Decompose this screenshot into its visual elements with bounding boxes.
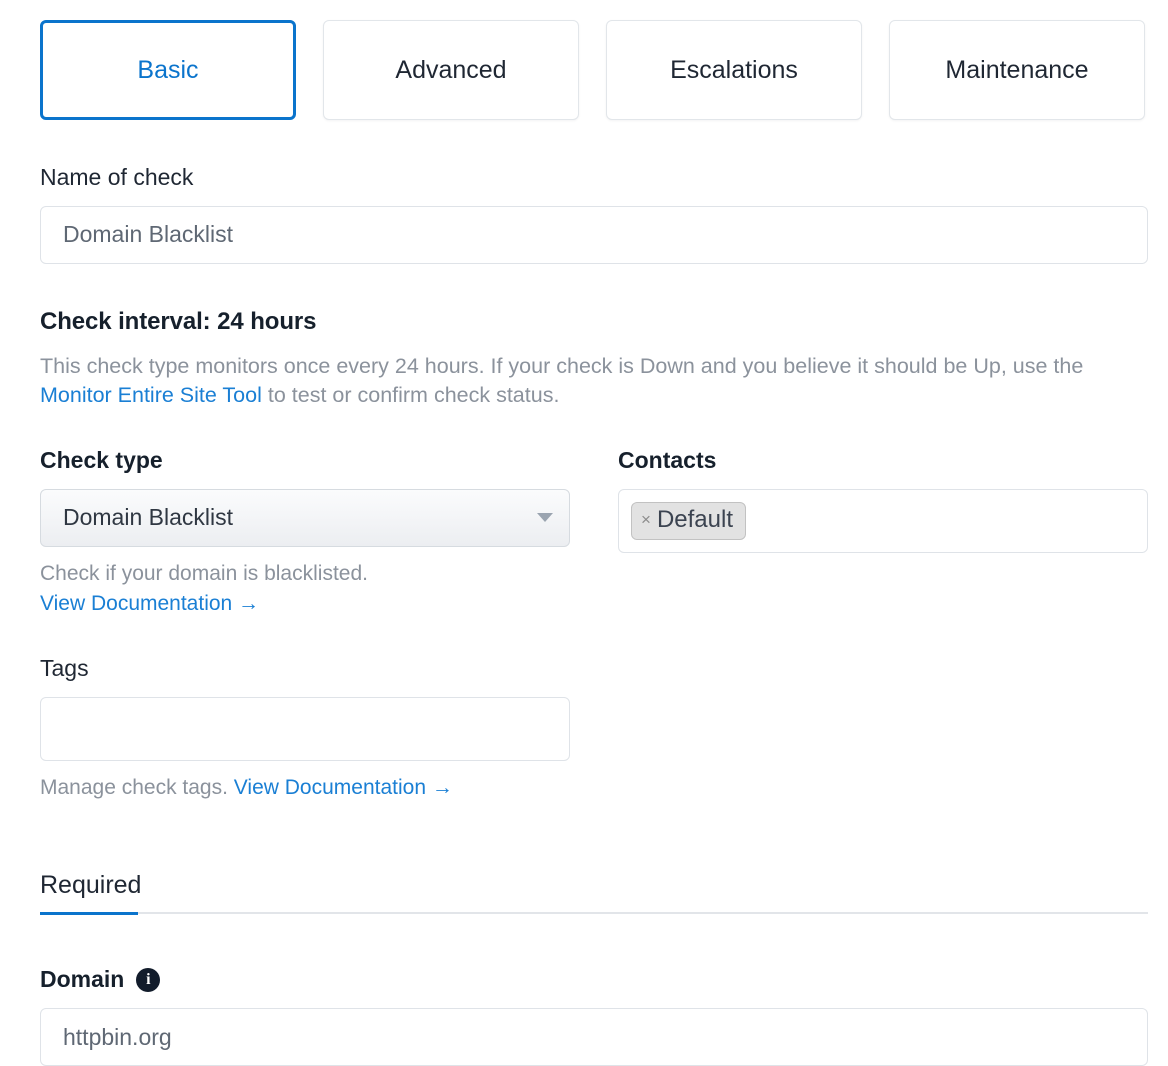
check-type-select[interactable]: Domain Blacklist	[40, 488, 570, 547]
check-type-help: Check if your domain is blacklisted. Vie…	[40, 559, 570, 620]
tags-help-prefix: Manage check tags.	[40, 775, 234, 799]
tab-basic[interactable]: Basic	[40, 20, 296, 120]
section-tab-required[interactable]: Required	[40, 871, 141, 912]
domain-placeholder: httpbin.org	[63, 1023, 172, 1050]
tags-field: Tags Manage check tags. View Documentati…	[0, 655, 1168, 803]
tags-help: Manage check tags. View Documentation →	[40, 773, 1148, 803]
domain-label: Domain	[40, 966, 125, 993]
contacts-label: Contacts	[618, 446, 717, 473]
tab-escalations-label: Escalations	[670, 55, 798, 84]
check-interval-desc-part2: to test or confirm check status.	[261, 383, 560, 408]
tab-advanced[interactable]: Advanced	[323, 20, 579, 120]
name-of-check-field: Name of check Domain Blacklist	[0, 164, 1168, 264]
domain-label-row: Domain i	[40, 966, 1148, 994]
check-type-selected-value: Domain Blacklist	[63, 504, 233, 530]
contacts-input[interactable]: × Default	[618, 488, 1148, 553]
remove-contact-icon[interactable]: ×	[641, 511, 651, 528]
name-of-check-input[interactable]: Domain Blacklist	[40, 205, 1148, 264]
domain-input[interactable]: httpbin.org	[40, 1008, 1148, 1066]
settings-tab-bar: Basic Advanced Escalations Maintenance	[0, 0, 1168, 120]
check-settings-page: Basic Advanced Escalations Maintenance N…	[0, 0, 1168, 1066]
name-of-check-placeholder: Domain Blacklist	[63, 221, 233, 248]
tags-doc-link[interactable]: View Documentation →	[234, 776, 453, 799]
check-interval-title: Check interval: 24 hours	[40, 307, 317, 335]
name-of-check-label: Name of check	[40, 164, 194, 190]
tab-maintenance[interactable]: Maintenance	[889, 20, 1145, 120]
tab-advanced-label: Advanced	[395, 55, 507, 84]
check-interval-desc-part1: This check type monitors once every 24 h…	[40, 353, 1084, 378]
contact-pill-default[interactable]: × Default	[631, 501, 746, 540]
check-type-help-text: Check if your domain is blacklisted.	[40, 561, 368, 585]
chevron-down-icon	[537, 513, 553, 522]
tab-escalations[interactable]: Escalations	[606, 20, 862, 120]
check-type-contacts-row: Check type Domain Blacklist Check if you…	[0, 447, 1168, 619]
check-interval-description: This check type monitors once every 24 h…	[40, 352, 1148, 411]
info-icon[interactable]: i	[136, 968, 161, 993]
tab-maintenance-label: Maintenance	[945, 55, 1089, 84]
required-section-header: Required	[0, 871, 1168, 916]
tags-input[interactable]	[40, 696, 570, 761]
section-divider	[40, 912, 1148, 916]
check-type-label: Check type	[40, 446, 163, 473]
domain-field: Domain i httpbin.org	[0, 966, 1168, 1066]
contact-pill-label: Default	[656, 505, 733, 533]
tags-label: Tags	[40, 655, 89, 682]
tab-basic-label: Basic	[137, 55, 199, 84]
check-type-doc-link[interactable]: View Documentation →	[40, 592, 259, 615]
check-interval-block: Check interval: 24 hours This check type…	[0, 308, 1168, 411]
monitor-entire-site-tool-link[interactable]: Monitor Entire Site Tool	[40, 383, 262, 407]
check-type-field: Check type Domain Blacklist Check if you…	[40, 447, 570, 619]
contacts-field: Contacts × Default	[618, 447, 1148, 619]
section-active-indicator	[40, 912, 138, 916]
